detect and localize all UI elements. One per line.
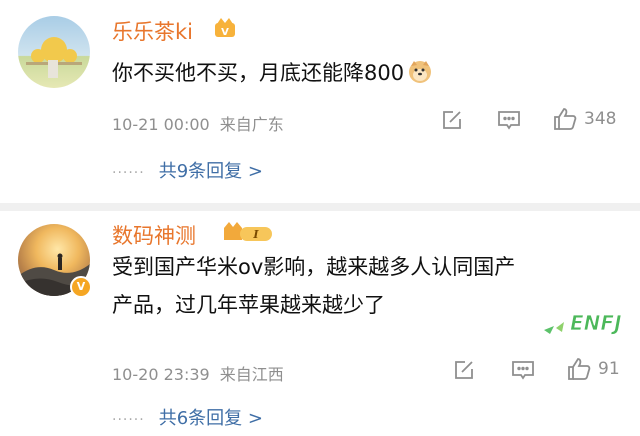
watermark: ENFJ [540,300,636,344]
username[interactable]: 数码神测 [112,220,196,250]
like-count: 91 [598,359,620,379]
level-badge: I [222,220,274,250]
view-replies-link[interactable]: ······ 共6条回复 > [112,404,263,430]
share-icon[interactable] [452,358,476,382]
level-badge-text: I [252,228,259,241]
verified-badge: V [70,276,92,298]
comment-icon[interactable] [510,358,536,382]
watermark-text: ENFJ [570,311,622,335]
replies-label: 共6条回复 > [158,408,263,429]
thumbs-up-icon [568,358,591,380]
comment-meta: 10-20 23:39 来自江西 [112,361,294,385]
timestamp: 10-20 23:39 [112,365,210,384]
dots: ······ [112,412,145,428]
like-button[interactable]: 91 [566,356,620,382]
comment-item: V 数码神测 I 受到国产华米ov影响，越来越多人认同国产 产品，过几年苹果越来… [0,0,640,436]
location: 来自江西 [219,365,284,384]
